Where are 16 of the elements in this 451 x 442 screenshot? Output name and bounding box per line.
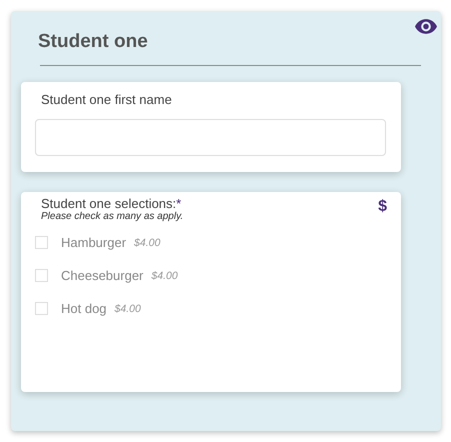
checkbox[interactable] (35, 302, 48, 315)
checkbox[interactable] (35, 236, 48, 249)
option-label[interactable]: Hamburger (61, 235, 126, 250)
option-price: $4.00 (134, 236, 160, 248)
option-price: $4.00 (114, 302, 141, 314)
option-label[interactable]: Cheeseburger (61, 268, 144, 283)
hint-text: Please check as many as apply. (41, 211, 184, 222)
section-title: Student one (38, 31, 148, 53)
option-label[interactable]: Hot dog (61, 301, 107, 316)
field-label: Student one first name (41, 92, 173, 107)
checkbox[interactable] (35, 269, 48, 282)
option-price: $4.00 (151, 270, 178, 282)
first-name-field[interactable] (35, 119, 386, 156)
question-label: Student one selections:* (41, 196, 182, 211)
eye-icon[interactable] (415, 19, 437, 34)
currency-symbol: $ (378, 198, 387, 217)
